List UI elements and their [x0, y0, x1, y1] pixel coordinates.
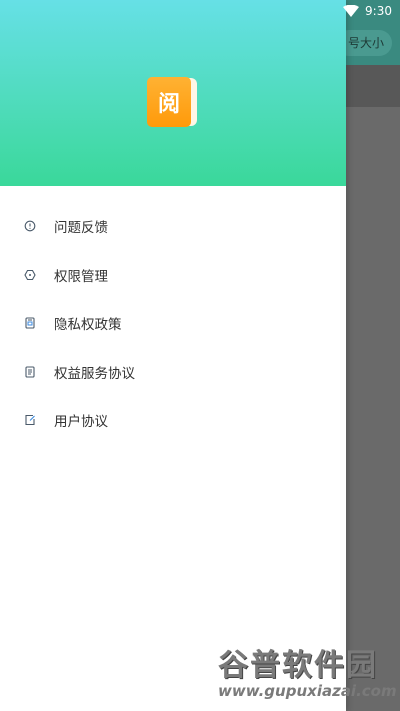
menu-item-label: 权限管理	[54, 268, 108, 285]
status-time: 9:30	[365, 4, 392, 18]
menu-item-label: 隐私权政策	[54, 317, 122, 334]
feedback-icon	[24, 220, 36, 232]
menu-item-service-agreement[interactable]: 权益服务协议	[0, 348, 346, 397]
menu-item-feedback[interactable]: 问题反馈	[0, 202, 346, 251]
permission-icon	[24, 269, 36, 280]
wifi-icon	[343, 5, 360, 17]
watermark-url: www.gupuxiazai.com	[218, 682, 397, 700]
watermark-title: 谷普软件园	[218, 648, 378, 683]
menu-item-privacy-policy[interactable]: 隐私权政策	[0, 299, 346, 348]
menu-item-label: 权益服务协议	[54, 365, 135, 382]
status-bar: 9:30	[0, 0, 400, 22]
navigation-drawer: 阅 问题反馈 权限管理 隐私权政策 权益服务协议 用户协议	[0, 0, 346, 711]
edit-icon	[25, 415, 35, 426]
watermark: 谷普软件园 www.gupuxiazai.com	[218, 640, 398, 706]
menu-item-user-agreement[interactable]: 用户协议	[0, 396, 346, 445]
drawer-header: 阅	[0, 0, 346, 186]
document-icon	[25, 366, 35, 378]
menu-item-label: 问题反馈	[54, 220, 108, 237]
logo-glyph: 阅	[147, 77, 191, 127]
menu-item-permissions[interactable]: 权限管理	[0, 251, 346, 300]
menu-item-label: 用户协议	[54, 414, 108, 431]
app-logo: 阅	[147, 77, 197, 127]
background-strip	[346, 65, 400, 107]
drawer-menu: 问题反馈 权限管理 隐私权政策 权益服务协议 用户协议	[0, 186, 346, 445]
screen: 9:30 号大小 阅 问题反馈 权限管理 隐私权政策 权益服务协议 用户协议 谷…	[0, 0, 400, 711]
privacy-icon	[25, 317, 35, 329]
background-app[interactable]: 号大小	[336, 0, 400, 711]
